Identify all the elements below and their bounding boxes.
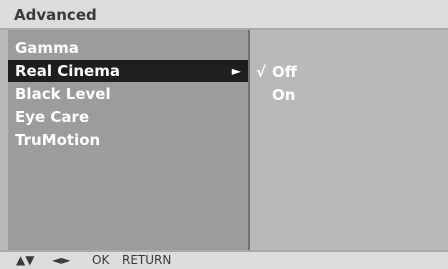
right-arrow-icon: ►: [231, 64, 241, 78]
left-right-arrows-icon: ◄►: [52, 253, 71, 267]
ok-hint: OK: [92, 253, 110, 267]
menu-item-label: Black Level: [15, 85, 111, 103]
checkmark-icon: √: [256, 63, 267, 81]
menu-item-black-level[interactable]: Black Level: [8, 83, 248, 105]
page-title: Advanced: [14, 6, 97, 24]
menu-item-label: Eye Care: [15, 108, 90, 126]
menu-item-label: Real Cinema: [15, 62, 120, 80]
return-hint: RETURN: [122, 253, 172, 267]
menu-item-real-cinema[interactable]: Real Cinema ►: [8, 60, 248, 82]
menu-item-label: Gamma: [15, 39, 79, 57]
menu-item-gamma[interactable]: Gamma: [8, 37, 248, 59]
remote-hint-bar: ▲▼ ◄► OK RETURN: [0, 250, 448, 269]
option-label: On: [272, 86, 296, 104]
menu-header: Advanced: [0, 0, 448, 30]
option-label: Off: [272, 63, 297, 81]
menu-item-eye-care[interactable]: Eye Care: [8, 106, 248, 128]
menu-item-label: TruMotion: [15, 131, 101, 149]
option-off[interactable]: √ Off: [256, 62, 297, 82]
advanced-menu-screen: Advanced Gamma Real Cinema ► Black Level…: [0, 0, 448, 269]
option-on[interactable]: On: [256, 85, 295, 105]
up-down-arrows-icon: ▲▼: [16, 253, 35, 267]
menu-item-trumotion[interactable]: TruMotion: [8, 129, 248, 151]
